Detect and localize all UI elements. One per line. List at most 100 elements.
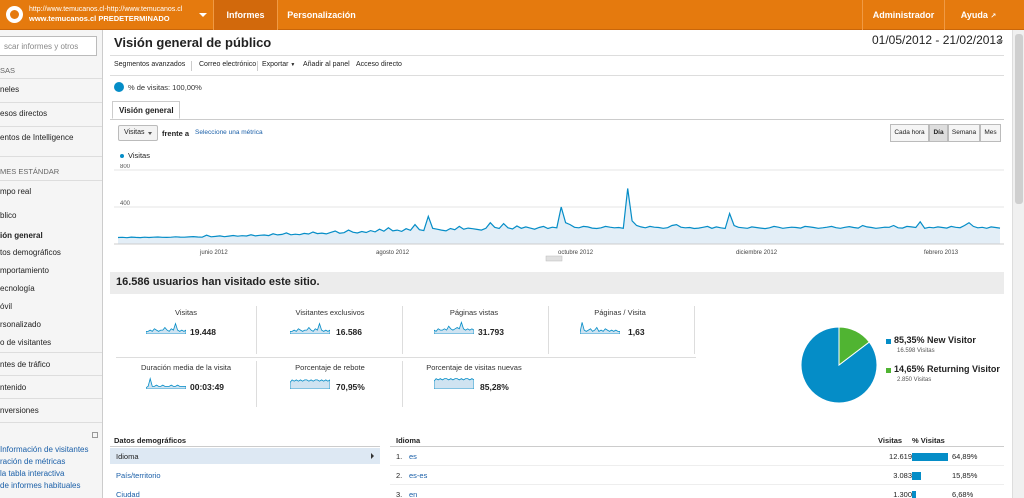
language-link[interactable]: en <box>409 490 417 498</box>
metric-value: 1,63 <box>628 327 645 337</box>
divider <box>110 75 1004 76</box>
col-header-pct[interactable]: % Visitas <box>912 436 945 445</box>
select-metric-link[interactable]: Seleccione una métrica <box>195 129 263 136</box>
demographics-item[interactable]: Idioma <box>110 448 380 464</box>
sidebar-item[interactable]: mpo real <box>0 187 102 196</box>
metric-value: 31.793 <box>478 327 504 337</box>
toolbar-separator <box>257 61 258 71</box>
metric-value: 70,95% <box>336 382 365 392</box>
metric-summary[interactable]: Páginas / Visita 1,63 <box>550 308 690 348</box>
admin-link[interactable]: Administrador <box>862 0 944 30</box>
sidebar-item[interactable]: ecnología <box>0 284 102 293</box>
demographics-item[interactable]: País/territorio <box>110 467 380 483</box>
metric-value: 85,28% <box>480 382 509 392</box>
pct-bar <box>912 453 948 461</box>
new-visitor-count: 16.598 Visitas <box>897 348 935 354</box>
metric-label: Visitantes exclusivos <box>295 308 365 317</box>
metric-select[interactable]: Visitas <box>118 125 158 141</box>
language-link[interactable]: es <box>409 452 417 461</box>
sidebar-item[interactable]: tos demográficos <box>0 248 102 257</box>
sidebar-item[interactable]: nversiones <box>0 406 102 415</box>
date-range-picker[interactable]: 01/05/2012 - 21/02/2013 <box>872 33 1003 47</box>
metric-summary[interactable]: Visitantes exclusivos 16.586 <box>260 308 400 348</box>
sidebar-item[interactable]: ión general <box>0 231 102 240</box>
account-selector[interactable]: http://www.temucanos.cl-http://www.temuc… <box>29 5 199 23</box>
sidebar-item[interactable]: mportamiento <box>0 266 102 275</box>
granularity-week[interactable]: Semana <box>948 124 980 142</box>
email-button[interactable]: Correo electrónico <box>199 61 256 68</box>
language-link[interactable]: es-es <box>409 471 427 480</box>
metric-label: Visitas <box>175 308 197 317</box>
demographics-label: País/territorio <box>116 471 161 480</box>
sidebar-help-link[interactable]: ración de métricas <box>0 457 102 466</box>
col-header-language[interactable]: Idioma <box>396 436 420 445</box>
sidebar-help-link[interactable]: de informes habituales <box>0 481 102 490</box>
scrollbar[interactable] <box>1012 30 1024 498</box>
table-row: 3. en 1.300 6,68% <box>390 486 1004 498</box>
sidebar-divider <box>0 375 102 376</box>
scroll-thumb[interactable] <box>1015 34 1023 204</box>
divider <box>402 306 403 354</box>
new-visitor-legend: 85,35% New Visitor <box>894 335 976 345</box>
metric-label: Duración media de la visita <box>140 363 232 372</box>
sidebar-item[interactable]: ntes de tráfico <box>0 360 102 369</box>
chart-resize-handle[interactable] <box>545 255 563 262</box>
granularity-month[interactable]: Mes <box>980 124 1001 142</box>
tab-personalizacion[interactable]: Personalización <box>277 0 365 30</box>
metric-label: Páginas vistas <box>449 308 499 317</box>
new-visitor-label: New Visitor <box>927 335 976 345</box>
sidebar-help-link[interactable]: Información de visitantes <box>0 445 102 454</box>
help-link[interactable]: Ayuda ↗ <box>944 0 1012 30</box>
metric-label: Porcentaje de rebote <box>295 363 365 372</box>
external-link-icon: ↗ <box>990 13 997 20</box>
shortcut-button[interactable]: Acceso directo <box>356 61 402 68</box>
chevron-right-icon <box>371 453 374 459</box>
chevron-down-icon[interactable] <box>997 40 1003 44</box>
demographics-item[interactable]: Ciudad <box>110 486 380 498</box>
visits-chart[interactable]: 800 400 junio 2012 agosto 2012 octubre 2012 d… <box>114 164 1004 262</box>
table-row: 2. es-es 3.083 15,85% <box>390 467 1004 485</box>
pct-bar <box>912 472 921 480</box>
sidebar-divider <box>0 102 102 103</box>
export-button[interactable]: Exportar ▼ <box>262 61 295 68</box>
versus-label: frente a <box>162 129 190 138</box>
divider <box>256 306 257 354</box>
sidebar-item[interactable]: neles <box>0 85 102 94</box>
sparkline <box>146 322 186 334</box>
metric-summary[interactable]: Visitas 19.448 <box>116 308 256 348</box>
demographics-label: Ciudad <box>116 490 140 498</box>
sparkline-path <box>290 322 330 334</box>
metric-summary[interactable]: Porcentaje de rebote 70,95% <box>260 363 400 403</box>
y-tick-label: 400 <box>120 201 131 207</box>
sidebar-item[interactable]: o de visitantes <box>0 338 102 347</box>
metric-summary[interactable]: Porcentaje de visitas nuevas 85,28% <box>404 363 544 403</box>
metric-summary[interactable]: Páginas vistas 31.793 <box>404 308 544 348</box>
granularity-day[interactable]: Día <box>929 124 948 142</box>
tab-vision-general[interactable]: Visión general <box>112 101 180 119</box>
row-index: 1. <box>396 452 403 461</box>
col-header-visits[interactable]: Visitas <box>878 436 902 445</box>
summary-text: 16.586 usuarios han visitado este sitio. <box>116 276 320 288</box>
granularity-hour[interactable]: Cada hora <box>890 124 929 142</box>
sparkline <box>580 322 620 334</box>
sidebar-item[interactable]: blico <box>0 211 102 220</box>
metric-summary[interactable]: Duración media de la visita 00:03:49 <box>116 363 256 403</box>
chevron-down-icon[interactable] <box>196 6 210 24</box>
visitor-pie-chart[interactable] <box>794 320 884 410</box>
divider <box>110 119 1004 120</box>
sidebar-divider <box>0 156 102 157</box>
collapse-icon[interactable] <box>92 432 98 438</box>
analytics-logo-icon[interactable] <box>6 6 23 23</box>
add-to-dashboard-button[interactable]: Añadir al panel <box>303 61 350 68</box>
sidebar-item[interactable]: ntenido <box>0 383 102 392</box>
sidebar-item[interactable]: entos de Intelligence <box>0 133 102 142</box>
sidebar-item[interactable]: óvil <box>0 302 102 311</box>
toolbar-separator <box>191 61 192 71</box>
search-input[interactable]: scar informes y otros <box>0 36 97 56</box>
advanced-segments-button[interactable]: Segmentos avanzados <box>114 61 185 68</box>
sidebar-item[interactable]: esos directos <box>0 109 102 118</box>
divider <box>116 357 696 358</box>
sidebar-item[interactable]: rsonalizado <box>0 320 102 329</box>
tab-informes[interactable]: Informes <box>213 0 277 30</box>
sidebar-help-link[interactable]: la tabla interactiva <box>0 469 102 478</box>
